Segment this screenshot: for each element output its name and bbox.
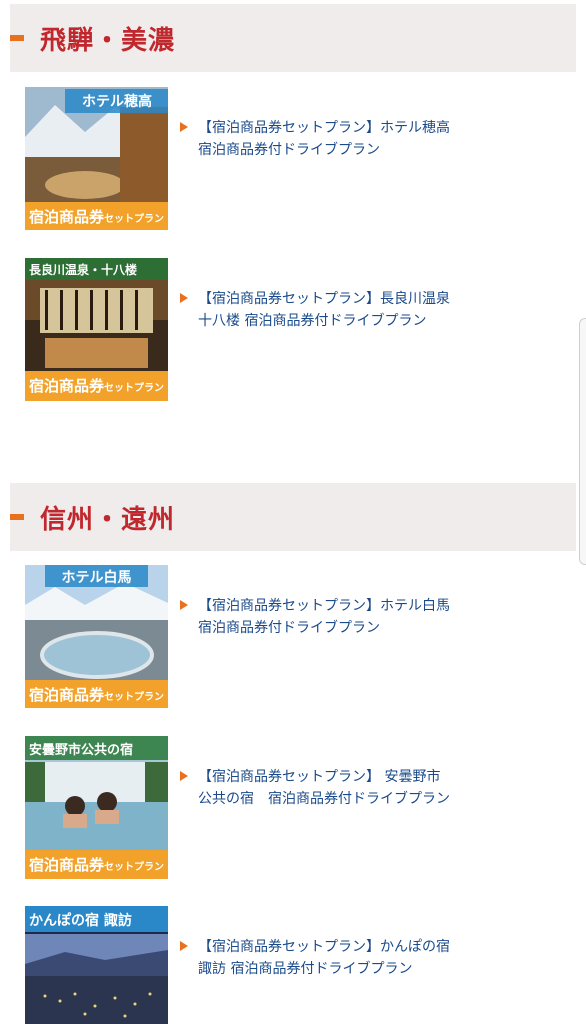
arrow-right-icon (180, 122, 188, 132)
plan-link-text[interactable]: 【宿泊商品券セットプラン】ホテル白馬 宿泊商品券付ドライブプラン (198, 595, 464, 639)
plan-link[interactable]: 【宿泊商品券セットプラン】ホテル穂高 宿泊商品券付ドライブプラン (180, 117, 450, 161)
section-bar-icon (10, 35, 24, 41)
plan-link-text[interactable]: 【宿泊商品券セットプラン】長良川温泉 十八楼 宿泊商品券付ドライブプラン (198, 288, 450, 332)
thumb-badge-small: セットプラン (104, 692, 165, 703)
hotel-thumbnail[interactable]: 安曇野市公共の宿 宿泊商品券セットプラン (25, 736, 168, 879)
thumb-badge-small: セットプラン (104, 383, 165, 394)
thumb-badge-text: 宿泊商品券 (29, 377, 105, 395)
arrow-right-icon (180, 600, 188, 610)
thumb-badge: 宿泊商品券セットプラン (29, 684, 164, 705)
plan-link[interactable]: 【宿泊商品券セットプラン】 安曇野市公共の宿 宿泊商品券付ドライブプラン (180, 766, 450, 810)
hotel-thumbnail[interactable]: かんぽの宿 諏訪 (25, 906, 168, 1024)
section-bar-icon (10, 514, 24, 520)
thumb-title: ホテル穂高 (82, 94, 152, 110)
plan-link[interactable]: 【宿泊商品券セットプラン】かんぽの宿諏訪 宿泊商品券付ドライブプラン (180, 936, 450, 980)
plan-link-text[interactable]: 【宿泊商品券セットプラン】かんぽの宿諏訪 宿泊商品券付ドライブプラン (198, 936, 450, 980)
plan-link-text[interactable]: 【宿泊商品券セットプラン】 安曇野市公共の宿 宿泊商品券付ドライブプラン (198, 766, 450, 810)
plan-link[interactable]: 【宿泊商品券セットプラン】ホテル白馬 宿泊商品券付ドライブプラン (180, 595, 464, 639)
thumb-badge-small: セットプラン (104, 862, 165, 873)
thumb-title: 安曇野市公共の宿 (29, 743, 134, 758)
thumb-title: ホテル白馬 (61, 570, 132, 586)
plan-link-text[interactable]: 【宿泊商品券セットプラン】ホテル穂高 宿泊商品券付ドライブプラン (198, 117, 450, 161)
thumb-title: 長良川温泉・十八楼 (29, 263, 138, 277)
arrow-right-icon (180, 293, 188, 303)
hotel-thumbnail[interactable]: ホテル白馬 宿泊商品券セットプラン (25, 565, 168, 708)
plan-link[interactable]: 【宿泊商品券セットプラン】長良川温泉 十八楼 宿泊商品券付ドライブプラン (180, 288, 450, 332)
thumb-title: かんぽの宿 諏訪 (29, 913, 132, 929)
thumb-badge: 宿泊商品券セットプラン (29, 206, 164, 227)
list-item[interactable]: ホテル白馬 宿泊商品券セットプラン 【宿泊商品券セットプラン】ホテル白馬 宿泊商… (25, 565, 565, 708)
section-title: 信州・遠州 (40, 504, 176, 535)
thumb-badge-text: 宿泊商品券 (29, 208, 105, 226)
thumb-badge: 宿泊商品券セットプラン (29, 375, 164, 396)
thumb-badge-text: 宿泊商品券 (29, 686, 105, 704)
arrow-right-icon (180, 941, 188, 951)
arrow-right-icon (180, 771, 188, 781)
list-item[interactable]: 長良川温泉・十八楼 宿泊商品券セットプラン 【宿泊商品券セットプラン】長良川温泉… (25, 258, 565, 401)
list-item[interactable]: 安曇野市公共の宿 宿泊商品券セットプラン 【宿泊商品券セットプラン】 安曇野市公… (25, 736, 565, 879)
list-item[interactable]: ホテル穂高 宿泊商品券セットプラン 【宿泊商品券セットプラン】ホテル穂高 宿泊商… (25, 87, 565, 230)
section-title: 飛騨・美濃 (40, 25, 176, 56)
side-scroll-handle[interactable] (579, 318, 586, 565)
hotel-thumbnail[interactable]: ホテル穂高 宿泊商品券セットプラン (25, 87, 168, 230)
section-header-shinshu-enshu: 信州・遠州 (10, 483, 576, 551)
thumb-badge-small: セットプラン (104, 214, 165, 225)
hotel-thumbnail[interactable]: 長良川温泉・十八楼 宿泊商品券セットプラン (25, 258, 168, 401)
thumb-badge-text: 宿泊商品券 (29, 856, 105, 874)
section-header-hida-mino: 飛騨・美濃 (10, 4, 576, 72)
thumb-badge: 宿泊商品券セットプラン (29, 854, 164, 875)
list-item[interactable]: かんぽの宿 諏訪 【宿泊商品券セットプラン】かんぽの宿諏訪 宿泊商品券付ドライブ… (25, 906, 565, 1024)
